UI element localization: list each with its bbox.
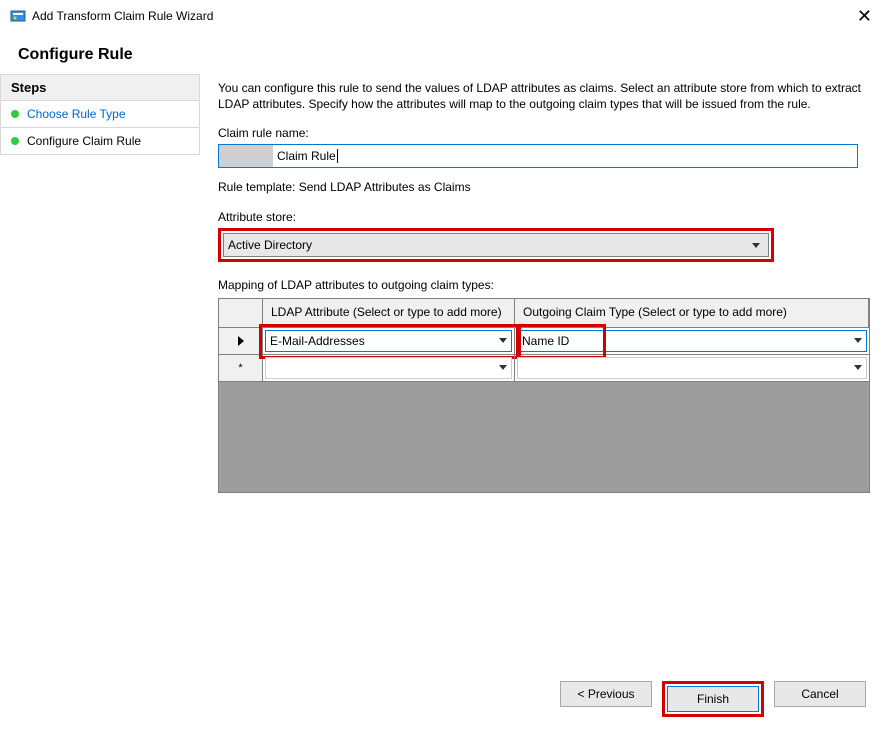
chevron-down-icon [499,338,507,343]
previous-button[interactable]: < Previous [560,681,652,707]
outgoing-claim-value: Name ID [522,334,569,348]
bullet-icon [11,137,19,145]
attribute-store-label: Attribute store: [218,210,870,224]
attribute-store-select[interactable]: Active Directory [223,233,769,257]
ldap-attribute-cell: E-Mail-Addresses [263,328,515,355]
outgoing-claim-select[interactable]: Name ID [517,330,867,352]
new-row-star-icon: * [238,362,242,374]
table-header-row: LDAP Attribute (Select or type to add mo… [219,299,869,328]
step-label: Configure Claim Rule [27,134,141,148]
steps-header: Steps [0,74,200,101]
outgoing-claim-cell: Name ID [515,328,869,355]
outgoing-claim-select[interactable] [517,357,867,379]
mapping-table: LDAP Attribute (Select or type to add mo… [218,298,870,493]
rule-template-text: Rule template: Send LDAP Attributes as C… [218,180,870,194]
main-panel: You can configure this rule to send the … [200,68,888,678]
finish-button[interactable]: Finish [667,686,759,712]
rule-name-input[interactable]: Claim Rule [218,144,858,168]
finish-highlight: Finish [662,681,764,717]
bullet-icon [11,110,19,118]
wizard-footer: < Previous Finish Cancel [0,669,888,729]
table-empty-area [219,382,869,492]
attribute-store-highlight: Active Directory [218,228,774,262]
window-title: Add Transform Claim Rule Wizard [32,9,851,23]
step-label: Choose Rule Type [27,107,126,121]
table-row: * [219,355,869,382]
rule-name-text: Claim Rule [273,145,342,167]
rule-name-label: Claim rule name: [218,126,870,140]
ldap-attribute-header: LDAP Attribute (Select or type to add mo… [263,299,515,328]
ldap-attribute-cell [263,355,515,382]
ldap-attribute-select[interactable]: E-Mail-Addresses [265,330,512,352]
ldap-attribute-value: E-Mail-Addresses [270,334,365,348]
row-indicator [219,328,263,355]
intro-text: You can configure this rule to send the … [218,80,870,112]
step-configure-claim-rule[interactable]: Configure Claim Rule [0,128,200,155]
close-icon[interactable]: ✕ [851,6,878,27]
attribute-store-value: Active Directory [228,238,752,252]
step-choose-rule-type[interactable]: Choose Rule Type [0,101,200,128]
chevron-down-icon [752,243,760,248]
chevron-down-icon [499,365,507,370]
page-title: Configure Rule [0,32,888,68]
wizard-icon [10,8,26,24]
titlebar: Add Transform Claim Rule Wizard ✕ [0,0,888,32]
outgoing-claim-cell [515,355,869,382]
steps-sidebar: Steps Choose Rule Type Configure Claim R… [0,68,200,678]
chevron-down-icon [854,365,862,370]
rule-name-selection [219,145,273,167]
table-row: E-Mail-Addresses Name ID [219,328,869,355]
cancel-button[interactable]: Cancel [774,681,866,707]
row-indicator: * [219,355,263,382]
mapping-label: Mapping of LDAP attributes to outgoing c… [218,278,870,292]
ldap-attribute-select[interactable] [265,357,512,379]
outgoing-claim-header: Outgoing Claim Type (Select or type to a… [515,299,869,328]
current-row-arrow-icon [238,336,244,346]
table-corner [219,299,263,328]
chevron-down-icon [854,338,862,343]
